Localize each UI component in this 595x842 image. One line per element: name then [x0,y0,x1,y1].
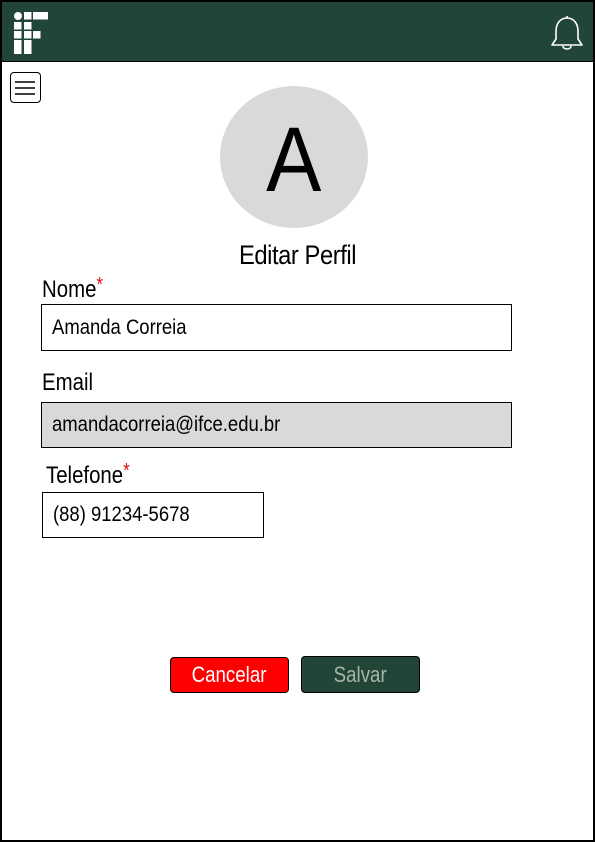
avatar[interactable]: A [220,86,368,228]
phone-field[interactable]: (88) 91234-5678 [42,492,264,538]
bell-icon[interactable] [548,15,586,53]
save-button-label: Salvar [333,661,387,687]
page-title: Editar Perfil [238,240,357,270]
ifce-logo-icon[interactable] [14,12,48,54]
hamburger-menu-icon[interactable] [10,72,41,103]
cancel-button-label: Cancelar [192,662,267,687]
avatar-initial: A [266,109,322,211]
name-label: Nome* [42,274,104,304]
email-field: amandacorreia@ifce.edu.br [41,402,512,448]
required-mark: * [123,460,130,482]
phone-label: Telefone* [46,460,130,490]
app-frame: A Editar Perfil Nome* Amanda Correia Ema… [0,0,595,842]
phone-label-text: Telefone [46,462,124,489]
name-field-value: Amanda Correia [52,315,187,339]
phone-field-value: (88) 91234-5678 [53,503,190,526]
name-label-text: Nome [42,276,97,303]
save-button[interactable]: Salvar [301,656,420,693]
email-label: Email [42,369,94,396]
name-field[interactable]: Amanda Correia [41,304,512,351]
email-field-value: amandacorreia@ifce.edu.br [52,413,281,436]
top-bar [2,2,593,62]
required-mark: * [96,274,104,296]
cancel-button[interactable]: Cancelar [170,657,289,693]
